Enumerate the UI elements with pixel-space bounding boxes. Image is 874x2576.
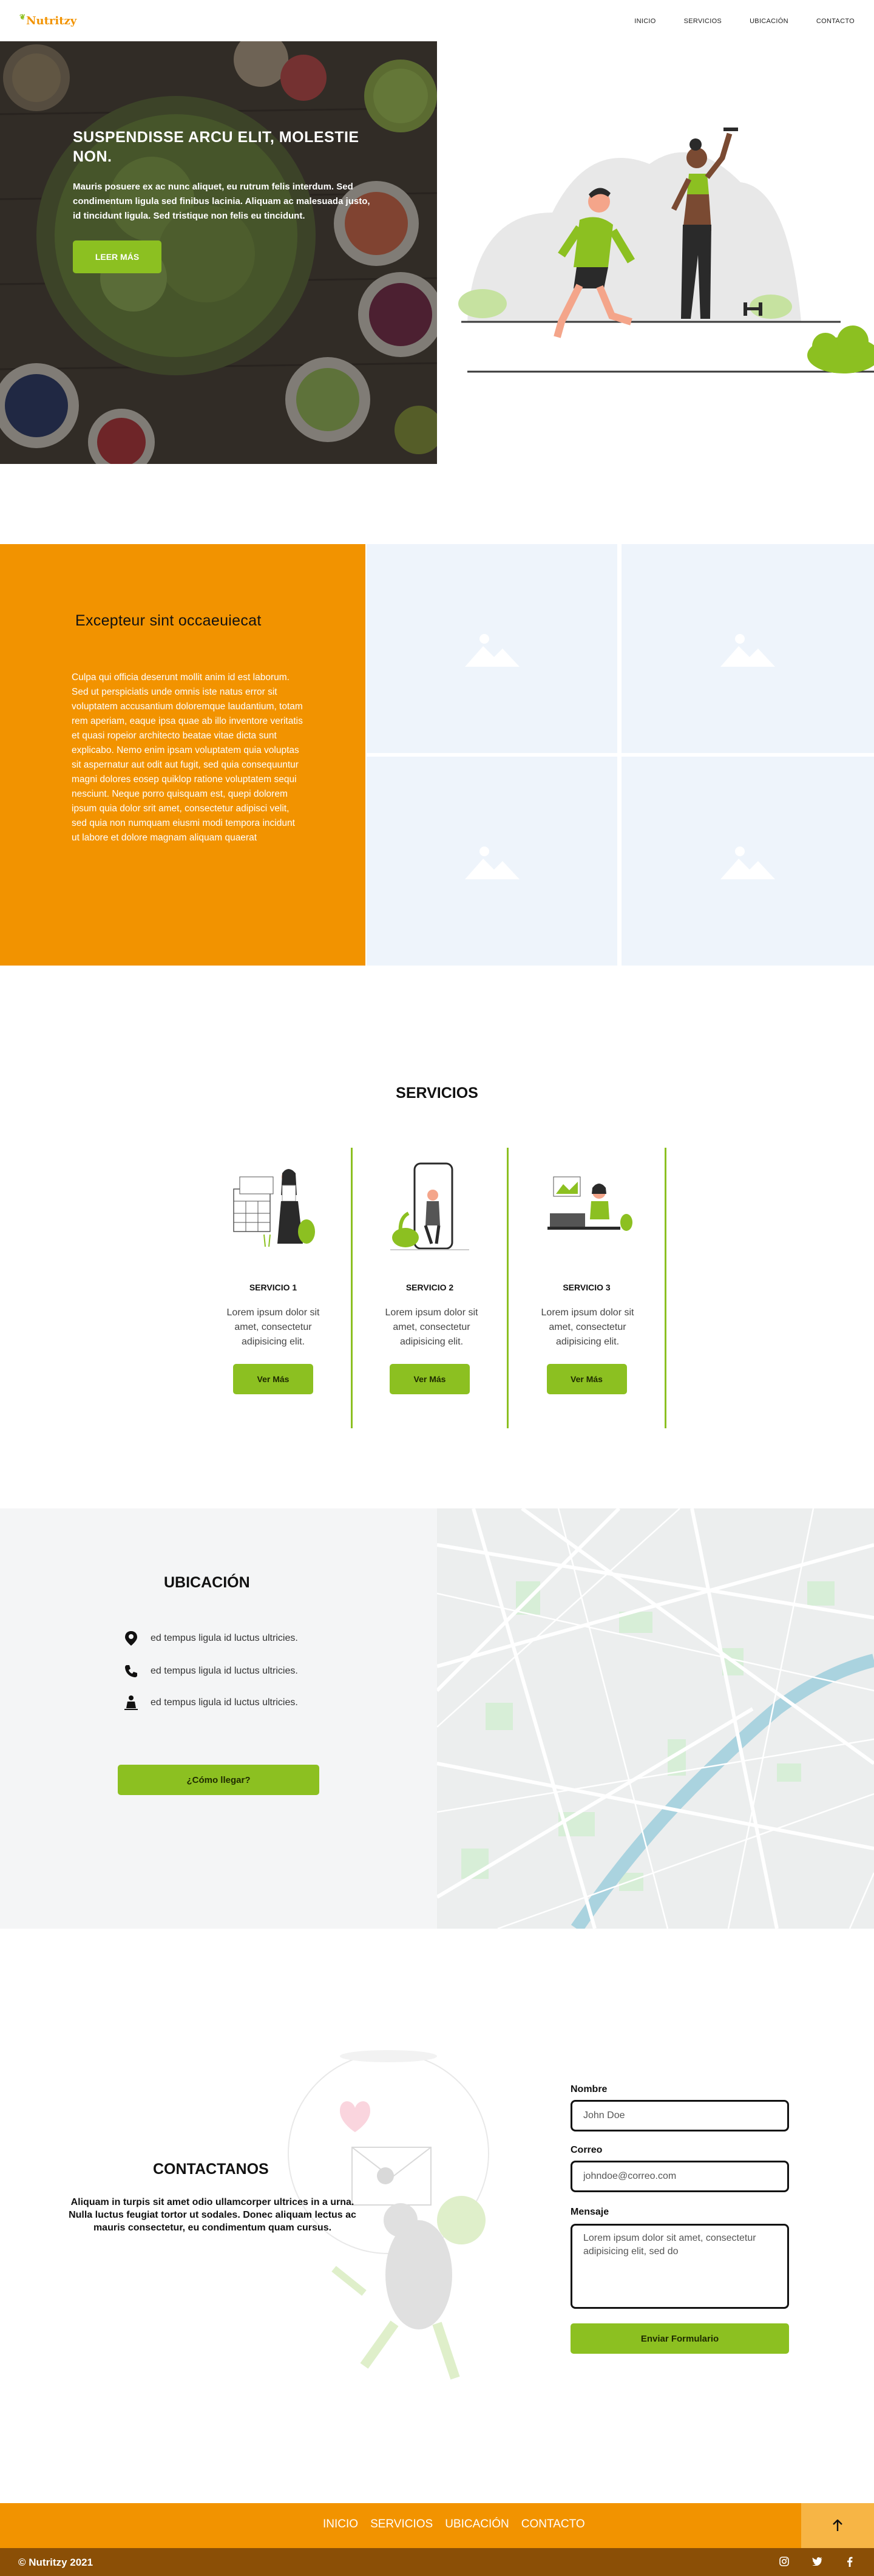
image-placeholder-1 [367,544,617,753]
map-pin-icon [123,1630,140,1647]
hero-text: Mauris posuere ex ac nunc aliquet, eu ru… [73,182,370,221]
location-item-address: ed tempus ligula id luctus ultricies. [123,1630,298,1647]
image-placeholder-icon [720,847,775,879]
location-text: ed tempus ligula id luctus ultricies. [151,1666,298,1676]
message-label: Mensaje [571,2207,609,2217]
services-title: SERVICIOS [396,1085,478,1102]
nav-link-ubicacion[interactable]: UBICACIÓN [750,18,788,25]
footer-menu: INICIO SERVICIOS UBICACIÓN CONTACTO [323,2518,585,2531]
location-section: UBICACIÓN ed tempus ligula id luctus ult… [0,1508,874,1929]
location-title: UBICACIÓN [164,1574,250,1591]
phone-icon [123,1663,140,1680]
hero-title: SUSPENDISSE ARCU ELIT, MOLESTIE NON. [73,129,359,165]
feature-panel: Excepteur sint occaeuiecat Culpa qui off… [0,544,365,966]
map[interactable] [437,1508,874,1929]
nav-link-contacto[interactable]: CONTACTO [816,18,855,25]
contact-title: CONTACTANOS [153,2161,269,2178]
twitter-icon[interactable] [811,2555,823,2567]
service-title: SERVICIO 2 [405,1283,454,1292]
copyright: © Nutritzy 2021 [18,2557,93,2568]
service-3-more-button[interactable]: Ver Más [546,1364,627,1394]
image-placeholder-4 [622,757,874,966]
email-label: Correo [571,2145,603,2155]
service-title: SERVICIO 3 [563,1283,611,1292]
calendar-illustration [233,1169,315,1247]
email-field[interactable] [571,2161,789,2192]
service-text: Lorem ipsum dolor sit amet, consectetur … [541,1307,634,1347]
logo[interactable]: ❦ Nutritzy [19,13,77,27]
service-card-1: SERVICIO 1 Lorem ipsum dolor sit amet, c… [194,1148,352,1428]
facebook-icon[interactable] [844,2555,856,2567]
service-1-more-button[interactable]: Ver Más [233,1364,313,1394]
hero-content: SUSPENDISSE ARCU ELIT, MOLESTIE NON. Mau… [73,128,370,273]
footer-bar: © Nutritzy 2021 [0,2548,874,2576]
read-more-button[interactable]: LEER MÁS [73,240,161,273]
nav-menu: INICIO SERVICIOS UBICACIÓN CONTACTO [634,15,855,26]
feature-section: Excepteur sint occaeuiecat Culpa qui off… [0,544,874,966]
leaf-icon: ❦ [19,13,26,21]
location-item-person: ed tempus ligula id luctus ultricies. [123,1694,298,1711]
nav-link-inicio[interactable]: INICIO [634,18,656,25]
message-field[interactable]: Lorem ipsum dolor sit amet, consectetur … [571,2224,789,2309]
name-field[interactable] [571,2100,789,2131]
arrow-up-icon [833,2520,842,2531]
navbar: ❦ Nutritzy INICIO SERVICIOS UBICACIÓN CO… [0,0,874,41]
nav-link-servicios[interactable]: SERVICIOS [684,18,722,25]
footer-link-contacto[interactable]: CONTACTO [521,2518,585,2530]
laptop-illustration [547,1176,632,1231]
service-2-more-button[interactable]: Ver Más [390,1364,470,1394]
map-graphic [437,1508,874,1929]
logo-text: Nutritzy [26,14,77,27]
send-form-button[interactable]: Enviar Formulario [571,2323,789,2354]
footer-link-inicio[interactable]: INICIO [323,2518,358,2530]
service-text: Lorem ipsum dolor sit amet, consectetur … [385,1307,478,1347]
service-card-2: SERVICIO 2 Lorem ipsum dolor sit amet, c… [351,1148,509,1428]
fitness-illustration [458,128,874,373]
social-links [778,2555,856,2567]
service-title: SERVICIO 1 [249,1283,297,1292]
instagram-icon[interactable] [778,2555,790,2567]
image-placeholder-3 [367,757,617,966]
footer: INICIO SERVICIOS UBICACIÓN CONTACTO © Nu… [0,2503,874,2576]
location-item-phone: ed tempus ligula id luctus ultricies. [123,1663,298,1680]
image-placeholder-icon [464,634,520,667]
name-label: Nombre [571,2084,608,2094]
image-placeholder-icon [720,634,775,667]
person-icon [123,1694,140,1711]
contact-lead: Aliquam in turpis sit amet odio ullamcor… [69,2197,356,2233]
service-card-3: SERVICIO 3 Lorem ipsum dolor sit amet, c… [509,1148,666,1428]
feature-text: Culpa qui officia deserunt mollit anim i… [72,672,303,843]
scroll-to-top-button[interactable] [801,2503,874,2548]
location-text: ed tempus ligula id luctus ultricies. [151,1697,298,1708]
contact-section: CONTACTANOS Aliquam in turpis sit amet o… [0,1929,874,2503]
footer-link-servicios[interactable]: SERVICIOS [370,2518,433,2530]
location-text: ed tempus ligula id luctus ultricies. [151,1633,298,1643]
footer-link-ubicacion[interactable]: UBICACIÓN [445,2518,509,2530]
feature-title: Excepteur sint occaeuiecat [75,612,262,629]
directions-button[interactable]: ¿Cómo llegar? [118,1765,319,1795]
phone-illustration [390,1162,469,1250]
service-text: Lorem ipsum dolor sit amet, consectetur … [226,1307,320,1347]
image-placeholder-icon [464,847,520,879]
image-placeholder-2 [622,544,874,753]
